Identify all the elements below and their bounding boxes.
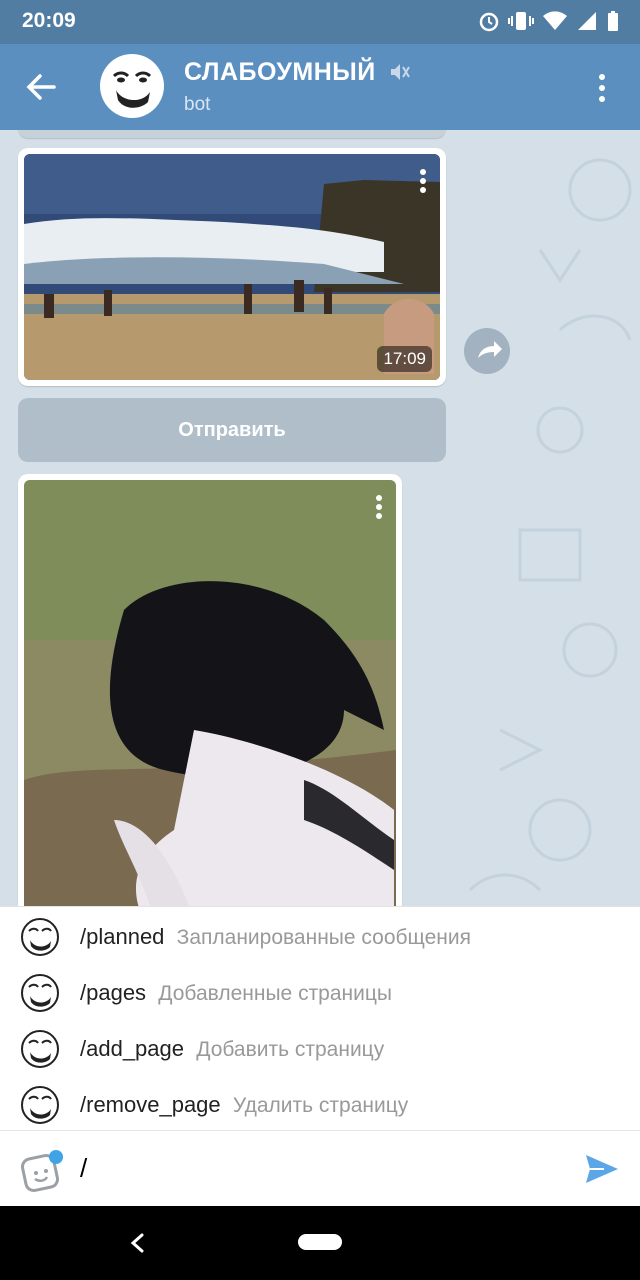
battery-icon xyxy=(608,11,618,31)
troll-face-icon xyxy=(102,56,162,116)
share-arrow-icon xyxy=(478,341,502,358)
command-description: Добавить страницу xyxy=(196,1038,385,1061)
command-name: /add_page xyxy=(80,1036,184,1061)
troll-face-icon xyxy=(20,973,60,1013)
media-menu-icon[interactable] xyxy=(418,168,428,194)
status-bar: 20:09 xyxy=(0,0,640,44)
chat-area[interactable]: 17:09 Отправить xyxy=(0,130,640,906)
message-input-bar: / xyxy=(0,1130,640,1207)
troll-face-icon xyxy=(20,1085,60,1125)
video-duration: 17:09 xyxy=(377,346,432,372)
command-item-planned[interactable]: /planned Запланированные сообщения xyxy=(0,909,640,965)
video-message[interactable]: 17:09 xyxy=(18,148,446,386)
command-item-pages[interactable]: /pages Добавленные страницы xyxy=(0,965,640,1021)
troll-face-icon xyxy=(20,1029,60,1069)
troll-face-icon xyxy=(20,917,60,957)
command-name: /planned xyxy=(80,924,165,949)
beach-video-thumbnail[interactable]: 17:09 xyxy=(24,154,440,380)
bot-avatar[interactable] xyxy=(100,54,164,118)
command-name: /remove_page xyxy=(80,1092,221,1117)
signal-icon xyxy=(578,12,596,30)
status-time: 20:09 xyxy=(22,9,76,32)
message-input[interactable]: / xyxy=(80,1153,87,1184)
dog-video-thumbnail[interactable] xyxy=(24,480,396,906)
chat-header: СЛАБОУМНЫЙ bot xyxy=(0,44,640,130)
command-item-add-page[interactable]: /add_page Добавить страницу xyxy=(0,1021,640,1077)
command-item-remove-page[interactable]: /remove_page Удалить страницу xyxy=(0,1077,640,1133)
media-menu-icon[interactable] xyxy=(374,494,384,520)
muted-icon xyxy=(391,64,410,80)
video-message[interactable] xyxy=(18,474,402,906)
wifi-icon xyxy=(543,11,567,30)
alarm-icon xyxy=(479,12,499,32)
command-description: Удалить страницу xyxy=(232,1094,409,1117)
beach-scene-image xyxy=(24,154,440,380)
bot-command-list: /planned Запланированные сообщения /page… xyxy=(0,906,640,1131)
inline-send-button[interactable]: Отправить xyxy=(18,398,446,462)
command-description: Добавленные страницы xyxy=(158,982,392,1005)
back-arrow-icon[interactable] xyxy=(24,70,58,104)
chat-subtitle: bot xyxy=(184,94,211,115)
send-icon[interactable] xyxy=(584,1151,620,1187)
command-name: /pages xyxy=(80,980,147,1005)
vibrate-icon xyxy=(508,12,534,30)
sticker-icon[interactable] xyxy=(20,1149,64,1193)
home-pill[interactable] xyxy=(298,1234,342,1250)
status-icons xyxy=(478,10,620,32)
nav-back-icon[interactable] xyxy=(128,1232,148,1254)
more-options-icon[interactable] xyxy=(592,72,612,104)
system-nav-bar xyxy=(0,1206,640,1280)
dogs-playing-image xyxy=(24,480,396,906)
chat-title: СЛАБОУМНЫЙ xyxy=(184,58,376,86)
share-button[interactable] xyxy=(464,328,510,374)
command-description: Запланированные сообщения xyxy=(176,926,471,949)
